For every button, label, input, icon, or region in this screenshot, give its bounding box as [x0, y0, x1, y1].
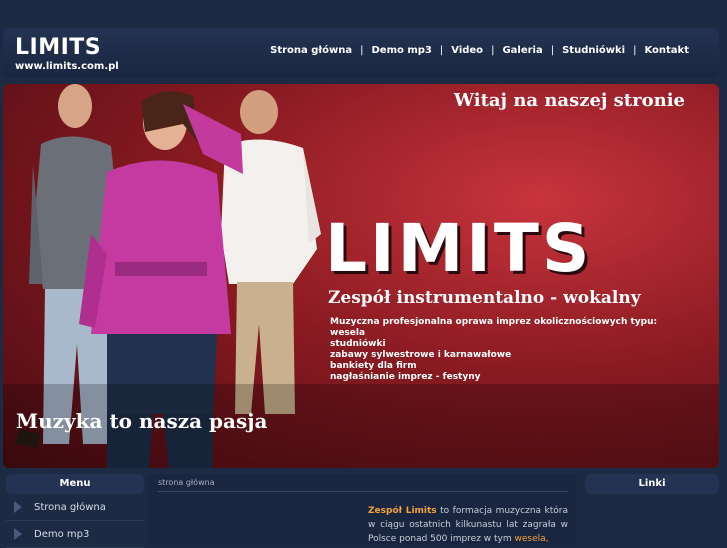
menu-item-home[interactable]: Strona główna [6, 494, 144, 521]
arrow-icon [14, 501, 22, 513]
slogan: Muzyka to nasza pasja [16, 409, 268, 433]
service-item: zabawy sylwestrowe i karnawałowe [330, 350, 512, 360]
nav-separator: | [439, 45, 444, 56]
divider [158, 491, 568, 492]
menu-item-demo-mp3[interactable]: Demo mp3 [6, 521, 144, 548]
hero-banner: Witaj na naszej stronie LIMITS Zespół in… [3, 84, 719, 468]
sidebar-links: Linki [585, 474, 719, 545]
weddings-link[interactable]: wesela, [515, 534, 549, 544]
menu-item-label: Demo mp3 [34, 528, 90, 540]
menu-item-label: Strona główna [34, 501, 106, 513]
logo-title[interactable]: LIMITS [15, 35, 101, 60]
breadcrumb: strona główna [158, 478, 215, 487]
main-nav: Strona główna | Demo mp3 | Video | Galer… [270, 45, 689, 56]
arrow-icon [14, 528, 22, 540]
logo-url[interactable]: www.limits.com.pl [15, 61, 119, 72]
nav-separator: | [633, 45, 637, 56]
nav-contact[interactable]: Kontakt [644, 45, 689, 56]
nav-separator: | [360, 45, 364, 56]
service-item: studniówki [330, 339, 386, 349]
service-item: wesela [330, 328, 366, 338]
nav-separator: | [550, 45, 555, 56]
nav-video[interactable]: Video [451, 45, 483, 56]
menu-heading: Menu [6, 474, 144, 494]
welcome-heading: Witaj na naszej stronie [453, 90, 685, 111]
band-logo: LIMITS [325, 210, 593, 287]
intro-text: Zespół Limits to formacja muzyczna która… [368, 504, 568, 546]
band-name-highlight: Zespół Limits [368, 506, 437, 516]
services-list: Muzyczna profesjonalna oprawa imprez oko… [330, 317, 657, 383]
links-heading: Linki [585, 474, 719, 494]
header-bar: LIMITS www.limits.com.pl Strona główna |… [3, 28, 719, 78]
nav-separator: | [491, 45, 495, 56]
service-item: bankiety dla firm [330, 361, 417, 371]
nav-studniowki[interactable]: Studniówki [562, 45, 625, 56]
nav-demo-mp3[interactable]: Demo mp3 [371, 45, 431, 56]
nav-gallery[interactable]: Galeria [502, 45, 542, 56]
service-item: nagłaśnianie imprez - festyny [330, 372, 481, 382]
band-subtitle: Zespół instrumentalno - wokalny [328, 288, 641, 308]
sidebar-menu: Menu Strona główna Demo mp3 [6, 474, 144, 548]
main-content: strona główna Zespół Limits to formacja … [148, 474, 576, 545]
nav-home[interactable]: Strona główna [270, 45, 352, 56]
service-item: Muzyczna profesjonalna oprawa imprez oko… [330, 317, 658, 327]
